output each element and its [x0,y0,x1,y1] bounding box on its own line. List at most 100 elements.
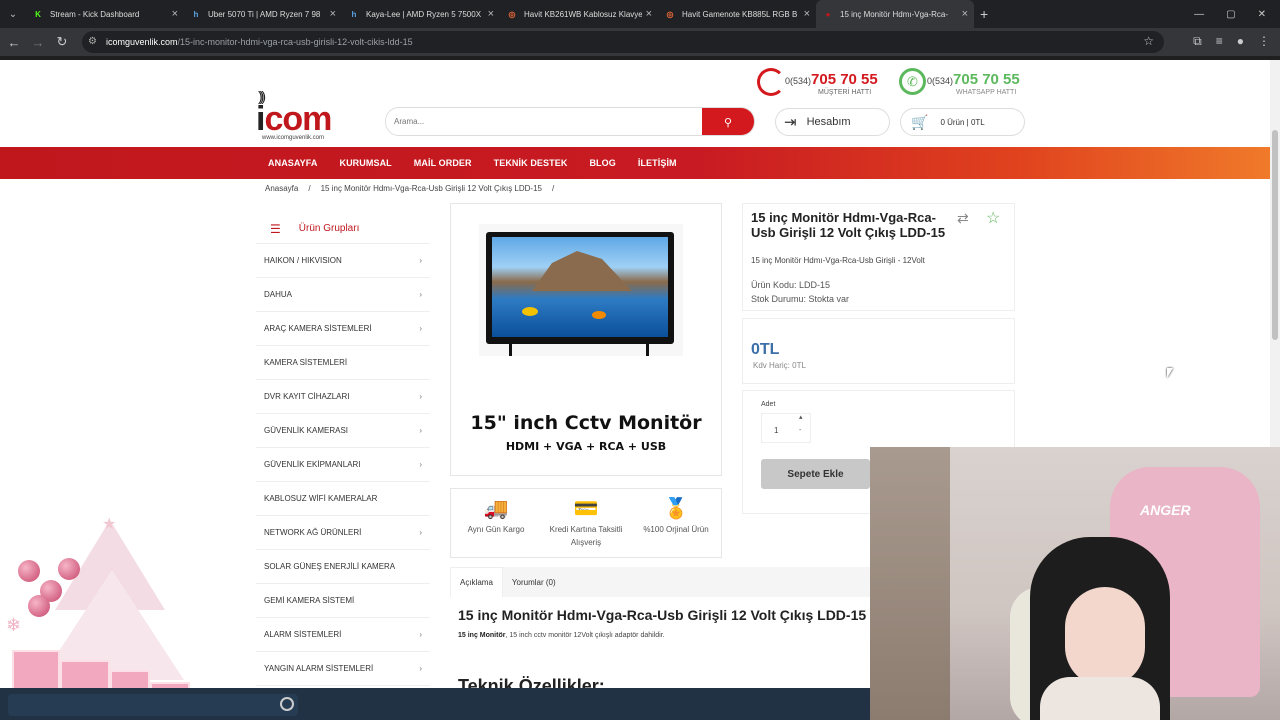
sidebar-category-label: KABLOSUZ WİFİ KAMERALAR [264,494,378,503]
tab-title: Havit KB261WB Kablosuz Klavye [524,9,642,19]
browser-tab[interactable]: ◎ Havit Gamenote KB885L RGB B × [658,0,816,28]
compare-icon[interactable]: ⇄ [957,210,969,227]
chevron-right-icon: › [419,528,422,537]
search-box: ⚲ [385,107,755,136]
quantity-decrease-icon[interactable]: - [799,427,801,434]
whatsapp-icon: ✆ [899,68,926,95]
sidebar-category-item[interactable]: KABLOSUZ WİFİ KAMERALAR [256,482,430,516]
sidebar-category-label: GÜVENLİK KAMERASI [264,426,349,435]
sidebar-category-label: DVR KAYIT CİHAZLARI [264,392,350,401]
browser-tab[interactable]: ◎ Havit KB261WB Kablosuz Klavye × [500,0,658,28]
image-caption-title: 15" inch Cctv Monitör [470,412,702,434]
whatsapp-prefix: 0(534) [927,76,954,86]
breadcrumb-link[interactable]: 15 inç Monitör Hdmı-Vga-Rca-Usb Girişli … [321,184,542,193]
tab-favicon-icon: h [193,9,199,19]
forward-icon[interactable]: → [26,35,50,50]
scrollbar-thumb[interactable] [1272,130,1278,340]
product-image[interactable]: 15" inch Cctv Monitör HDMI + VGA + RCA +… [450,203,722,476]
main-menu-item[interactable]: BLOG [589,158,615,168]
tab-search-icon[interactable]: ⌄ [0,0,26,28]
sidebar-category-item[interactable]: DVR KAYIT CİHAZLARI › [256,380,430,414]
url-host: icomguvenlik.com [106,37,178,47]
media-icon[interactable]: ≡ [1216,34,1223,49]
tab-close-icon[interactable]: × [330,8,336,20]
sidebar-category-item[interactable]: GÜVENLİK EKİPMANLARI › [256,448,430,482]
logo-wordmark: icom [256,100,332,138]
chevron-right-icon: › [419,256,422,265]
tab-favicon-icon: h [351,9,357,19]
url-path: /15-inc-monitor-hdmi-vga-rca-usb-girisli… [177,37,413,47]
sidebar-category-label: DAHUA [264,290,293,299]
sidebar-category-item[interactable]: GEMİ KAMERA SİSTEMİ [256,584,430,618]
browser-tab[interactable]: h Uber 5070 Ti | AMD Ryzen 7 98 × [184,0,342,28]
main-menu-item[interactable]: ANASAYFA [268,158,317,168]
browser-tab[interactable]: K Stream - Kick Dashboard × [26,0,184,28]
category-sidebar: ☰ Ürün Grupları HAIKON / HIKVISION › DAHUA… [256,214,430,720]
back-icon[interactable]: ← [2,35,26,50]
chevron-right-icon: › [419,630,422,639]
main-menu-item[interactable]: KURUMSAL [339,158,391,168]
webcam-overlay: ANGER [870,447,1280,720]
sidebar-category-item[interactable]: SOLAR GÜNEŞ ENERJİLİ KAMERA [256,550,430,584]
browser-tabbar: ⌄ K Stream - Kick Dashboard × h Uber 5070 Ti… [0,0,1280,28]
favorite-star-icon[interactable]: ☆ [986,208,1000,228]
quantity-increase-icon[interactable]: ▴ [799,413,803,421]
tab-close-icon[interactable]: × [646,8,652,20]
price-excl-vat: Kdv Hariç: 0TL [753,361,806,370]
bookmark-star-icon[interactable]: ☆ [1143,34,1154,48]
url-bar[interactable]: ⚙ icomguvenlik.com/15-inc-monitor-hdmi-v… [82,31,1164,53]
sidebar-category-item[interactable]: GÜVENLİK KAMERASI › [256,414,430,448]
search-button[interactable]: ⚲ [702,108,754,135]
snowflake-icon: ❄ [6,615,22,635]
tab-close-icon[interactable]: × [172,8,178,20]
search-input[interactable] [386,108,704,135]
tab-favicon-icon: ◎ [666,9,674,19]
tab-description[interactable]: Açıklama [450,567,503,597]
main-menu-item[interactable]: TEKNİK DESTEK [494,158,568,168]
main-menu-item[interactable]: MAİL ORDER [414,158,472,168]
whatsapp-hotline[interactable]: ✆ 0(534)705 70 55 WHATSAPP HATTI [899,68,1029,102]
cart-button[interactable]: 🛒 0 Ürün | 0TL [900,108,1025,136]
sidebar-category-label: KAMERA SİSTEMLERİ [264,358,348,367]
sidebar-category-label: ALARM SİSTEMLERİ [264,630,342,639]
maximize-icon[interactable]: ▢ [1226,9,1235,20]
browser-tab[interactable]: h Kaya-Lee | AMD Ryzen 5 7500X × [342,0,500,28]
reload-icon[interactable]: ↻ [50,34,74,50]
menu-kebab-icon[interactable]: ⋮ [1258,34,1270,49]
browser-tab[interactable]: ● 15 inç Monitör Hdmı-Vga-Rca- × [816,0,974,28]
sidebar-category-item[interactable]: ARAÇ KAMERA SİSTEMLERİ › [256,312,430,346]
site-logo[interactable]: ))) icom www.icomguvenlik.com [256,88,346,144]
sidebar-category-item[interactable]: NETWORK AĞ ÜRÜNLERİ › [256,516,430,550]
tab-close-icon[interactable]: × [804,8,810,20]
main-menu: ANASAYFA KURUMSAL MAİL ORDER TEKNİK DESTEK B… [0,147,1270,179]
chevron-right-icon: › [419,290,422,299]
tab-close-icon[interactable]: × [488,8,494,20]
breadcrumb-separator: / [552,184,555,193]
new-tab-icon[interactable]: + [980,6,988,22]
tab-reviews[interactable]: Yorumlar (0) [503,567,565,597]
customer-hotline[interactable]: 0(534)705 70 55 MÜŞTERİ HATTI [757,68,887,102]
account-button[interactable]: ⇥ Hesabım [775,108,890,136]
site-info-icon[interactable]: ⚙ [88,36,100,48]
close-window-icon[interactable]: ✕ [1258,9,1266,20]
sidebar-header[interactable]: ☰ Ürün Grupları [256,214,430,244]
breadcrumb-link[interactable]: Anasayfa [265,184,298,193]
main-menu-item[interactable]: İLETİŞİM [638,158,677,168]
extensions-icon[interactable]: ⧉ [1193,34,1202,49]
toolbar-icons: ⧉ ≡ ● ⋮ [1193,34,1270,49]
product-title: 15 inç Monitör Hdmı-Vga-Rca-Usb Girişli … [751,210,946,240]
feature-badge: 🚚 Aynı Gün Kargo [456,495,536,536]
quantity-input[interactable]: 1 [761,413,811,443]
sidebar-category-item[interactable]: ALARM SİSTEMLERİ › [256,618,430,652]
add-to-cart-button[interactable]: Sepete Ekle [761,459,870,489]
sidebar-category-item[interactable]: YANGIN ALARM SİSTEMLERİ › [256,652,430,686]
sidebar-category-item[interactable]: KAMERA SİSTEMLERİ [256,346,430,380]
tab-close-icon[interactable]: × [962,8,968,20]
profile-icon[interactable]: ● [1237,34,1244,49]
stock-status: Stok Durumu: Stokta var [751,294,850,304]
hotline-number: 705 70 55 [811,71,878,88]
sidebar-category-item[interactable]: DAHUA › [256,278,430,312]
minimize-icon[interactable]: — [1194,9,1204,20]
tab-title: 15 inç Monitör Hdmı-Vga-Rca- [840,9,949,19]
sidebar-category-item[interactable]: HAIKON / HIKVISION › [256,244,430,278]
